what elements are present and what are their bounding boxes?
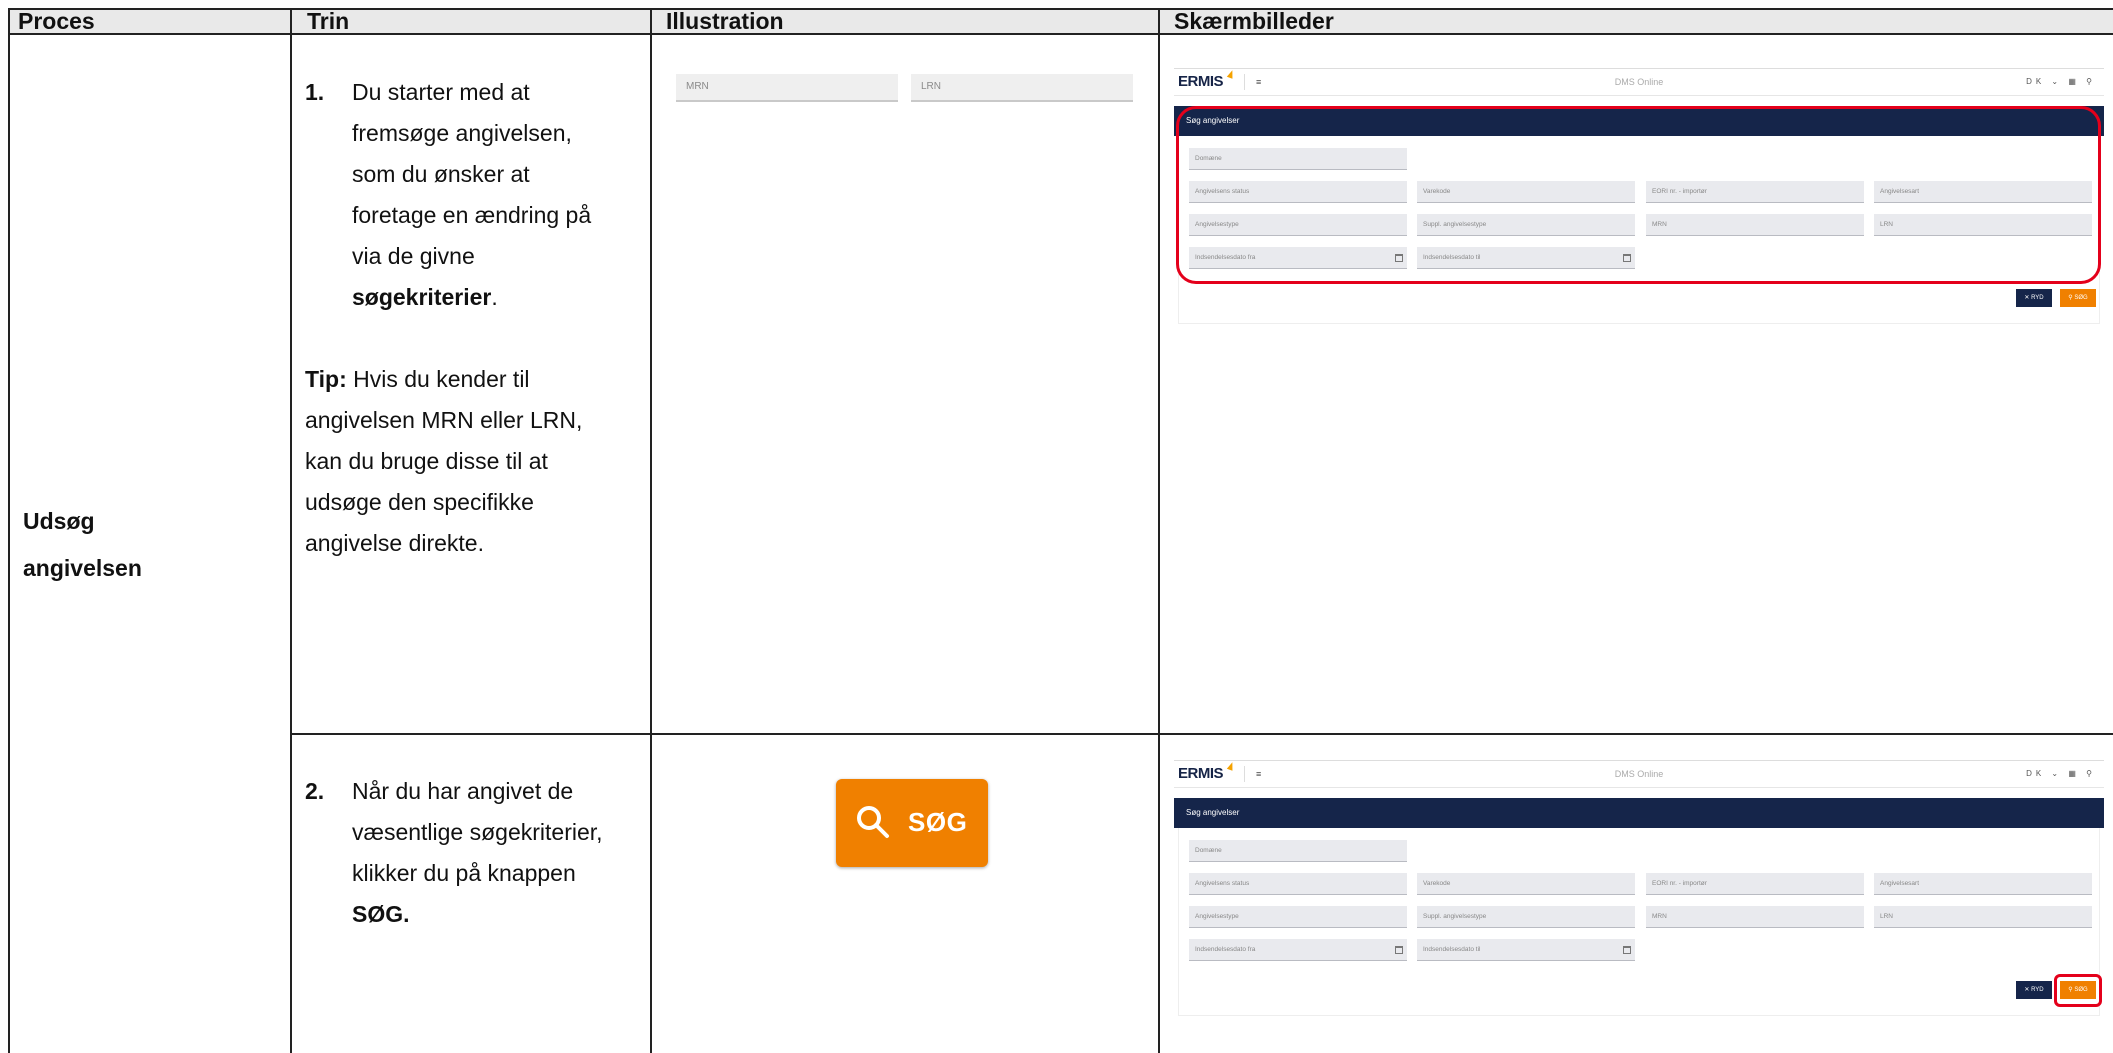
step-line: væsentlige søgekriterier, (352, 819, 603, 845)
clear-button[interactable]: ✕ RYD (2016, 981, 2052, 999)
step-1: 1. Du starter med at fremsøge angivelsen… (305, 72, 645, 332)
keyword-bold: SØG. (352, 901, 410, 927)
app-title: DMS Online (1614, 77, 1664, 87)
process-label-line: Udsøg (23, 508, 95, 534)
type-field[interactable]: Angivelsestype (1189, 906, 1407, 928)
clear-button-label: RYD (2031, 987, 2044, 993)
app-topbar: ERMIS ≡ DMS Online DK ⌄ ▦ ⚲ (1174, 68, 2104, 96)
step-text: Når du har angivet de væsentlige søgekri… (352, 771, 642, 935)
tip-line-text: Hvis du kender til (346, 366, 530, 392)
top-icons: DK ⌄ ▦ ⚲ (2026, 769, 2096, 778)
mrn-field[interactable]: MRN (1646, 906, 1864, 928)
field-label: Indsendelsesdato fra (1195, 946, 1256, 953)
table-border-left (8, 8, 10, 1053)
tip-line: angivelsen MRN eller LRN, (305, 407, 583, 433)
search-button[interactable]: ⚲ SØG (2060, 289, 2096, 307)
highlight-search-criteria (1176, 106, 2101, 284)
date-to-field[interactable]: Indsendelsesdato til (1417, 939, 1635, 961)
app-title: DMS Online (1614, 769, 1664, 779)
lrn-field[interactable]: LRN (1874, 906, 2092, 928)
top-icons: DK ⌄ ▦ ⚲ (2026, 77, 2096, 86)
header-illustration: Illustration (666, 8, 784, 34)
step-line: foretage en ændring på (352, 202, 592, 228)
row-divider (290, 733, 2113, 735)
calendar-icon[interactable] (1623, 946, 1631, 954)
tip-line: Tip: Hvis du kender til (305, 359, 635, 400)
step-line: som du ønsker at (352, 161, 530, 187)
step-number: 2. (305, 778, 325, 804)
tip-line: kan du bruge disse til at (305, 448, 548, 474)
screenshot-search-form: ERMIS ≡ DMS Online DK ⌄ ▦ ⚲ Søg angivels… (1174, 68, 2104, 338)
lrn-field-illustration: LRN (911, 74, 1133, 102)
process-table: Proces Trin Illustration Skærmbilleder U… (8, 8, 2113, 1053)
column-divider (290, 8, 292, 1053)
field-label: Indsendelsesdato til (1423, 946, 1481, 953)
step-line: søgekriterier. (352, 277, 642, 318)
calendar-icon[interactable] (1395, 946, 1403, 954)
process-label: Udsøg angivelsen (23, 498, 273, 592)
step-line: fremsøge angivelsen, (352, 120, 572, 146)
search-button-label: SØG (908, 807, 968, 837)
table-header: Proces Trin Illustration Skærmbilleder (8, 8, 2113, 35)
supp-type-field[interactable]: Suppl. angivelsestype (1417, 906, 1635, 928)
step-number: 1. (305, 79, 325, 105)
step-text: Du starter med at fremsøge angivelsen, s… (352, 72, 642, 318)
header-trin: Trin (307, 8, 350, 34)
eori-field[interactable]: EORI nr. - importør (1646, 873, 1864, 895)
header-proces: Proces (18, 8, 95, 34)
keyword-bold: søgekriterier (352, 284, 492, 310)
screenshot-search-button: ERMIS ≡ DMS Online DK ⌄ ▦ ⚲ Søg angivels… (1174, 760, 2104, 1030)
tip-text: Tip: Hvis du kender til angivelsen MRN e… (305, 359, 635, 564)
step-2: 2. Når du har angivet de væsentlige søge… (305, 771, 645, 941)
clear-button-label: RYD (2031, 295, 2044, 301)
tip-line: udsøge den specifikke (305, 489, 534, 515)
punctuation: . (491, 284, 498, 310)
tip-line: angivelse direkte. (305, 530, 484, 556)
app-topbar: ERMIS ≡ DMS Online DK ⌄ ▦ ⚲ (1174, 760, 2104, 788)
step-line: Når du har angivet de (352, 778, 574, 804)
search-button-illustration: SØG (836, 779, 988, 867)
kind-field[interactable]: Angivelsesart (1874, 873, 2092, 895)
step-line: Du starter med at (352, 79, 530, 105)
search-panel-header: Søg angivelser (1174, 798, 2104, 828)
domain-field[interactable]: Domæne (1189, 840, 1407, 862)
date-from-field[interactable]: Indsendelsesdato fra (1189, 939, 1407, 961)
search-button-label: SØG (2074, 295, 2088, 301)
header-screenshots: Skærmbilleder (1174, 8, 1334, 34)
mrn-field-illustration: MRN (676, 74, 898, 102)
language-selector[interactable]: DK (2026, 77, 2045, 86)
status-field[interactable]: Angivelsens status (1189, 873, 1407, 895)
step-line: via de givne (352, 243, 475, 269)
language-selector[interactable]: DK (2026, 769, 2045, 778)
commodity-field[interactable]: Varekode (1417, 873, 1635, 895)
search-panel: Domæne Angivelsens status Varekode EORI … (1178, 828, 2100, 1016)
highlight-search-button (2054, 974, 2102, 1007)
column-divider (1158, 8, 1160, 1053)
tip-label: Tip: (305, 366, 347, 392)
search-icon (857, 806, 889, 838)
clear-button[interactable]: ✕ RYD (2016, 289, 2052, 307)
column-divider (650, 8, 652, 1053)
process-label-line: angivelsen (23, 555, 142, 581)
step-line: klikker du på knappen (352, 860, 576, 886)
step-line: SØG. (352, 894, 642, 935)
